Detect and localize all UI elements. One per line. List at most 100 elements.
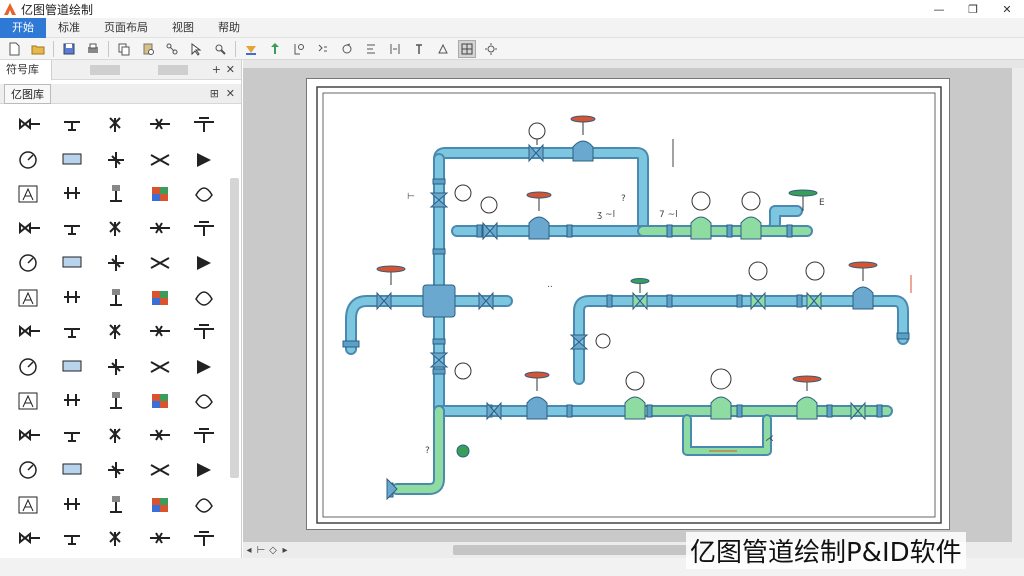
line-icon[interactable] [211,40,229,58]
print-icon[interactable] [84,40,102,58]
ball-valve-icon[interactable] [182,108,226,143]
round-indicator-icon[interactable] [138,488,182,523]
strainer-icon[interactable] [50,281,94,316]
nozzle-icon[interactable] [50,315,94,350]
settings-icon[interactable] [482,40,500,58]
globe-valve-icon[interactable] [138,108,182,143]
copy-icon[interactable] [115,40,133,58]
steam-trap-icon[interactable] [6,453,50,488]
text-tool-icon[interactable] [410,40,428,58]
pointer-icon[interactable] [187,40,205,58]
angle-valve-icon[interactable] [94,108,138,143]
gauge-round-icon[interactable] [94,453,138,488]
open-icon[interactable] [29,40,47,58]
first-page-button[interactable]: ⊢ [255,545,267,556]
reducer-icon[interactable] [50,177,94,212]
temperature-gauge-icon[interactable] [138,177,182,212]
rotate-icon[interactable] [338,40,356,58]
menu-item-start[interactable]: 开始 [0,17,46,38]
zoom-icon[interactable] [314,40,332,58]
distribute-icon[interactable] [386,40,404,58]
grid-icon[interactable] [458,39,476,58]
lever-valve-icon[interactable] [50,419,94,454]
paste-icon[interactable] [139,40,157,58]
actuator-icon[interactable] [6,384,50,419]
horizontal-scrollbar[interactable] [453,545,713,555]
sight-glass-icon[interactable] [138,350,182,385]
u-trap-icon[interactable] [182,453,226,488]
tee-fitting-icon[interactable] [182,212,226,247]
dome-gauge-icon[interactable] [182,281,226,316]
add-panel-button[interactable]: + [212,63,221,76]
play-pump-icon[interactable] [6,350,50,385]
close-window-button[interactable]: ✕ [990,0,1024,18]
cross-small-icon[interactable] [6,522,50,557]
pressure-gauge-icon[interactable] [94,177,138,212]
cross-fitting-icon[interactable] [94,143,138,178]
shield-color-icon[interactable] [138,419,182,454]
arrange-icon[interactable] [266,40,284,58]
solenoid-valve-icon[interactable] [94,212,138,247]
control-valve-icon[interactable] [50,212,94,247]
panel-scrollbar[interactable] [230,178,239,478]
pump-icon[interactable] [6,281,50,316]
motor-valve-icon[interactable] [94,384,138,419]
dial-gauge-icon[interactable] [94,350,138,385]
align-icon[interactable] [362,40,380,58]
search-gauge-icon[interactable] [138,453,182,488]
relief-b-icon[interactable] [94,488,138,523]
flange-icon[interactable] [6,177,50,212]
line-long-icon[interactable] [182,522,226,557]
orifice-icon[interactable] [94,315,138,350]
union-icon[interactable] [138,315,182,350]
prev-page-button[interactable]: ◂ [243,545,255,556]
close-panel-button[interactable]: ✕ [226,63,235,76]
menu-item-view[interactable]: 视图 [160,18,206,38]
butterfly-v-icon[interactable] [182,350,226,385]
flag-marker-icon[interactable] [94,522,138,557]
3-way-valve-icon[interactable] [138,246,182,281]
wafer-valve-icon[interactable] [94,246,138,281]
tab-placeholder[interactable] [90,64,120,75]
filter-icon[interactable] [50,488,94,523]
cross-x-icon[interactable] [6,315,50,350]
menu-item-page-layout[interactable]: 页面布局 [92,18,160,38]
library-title[interactable]: 亿图库 [4,83,51,104]
close-library-button[interactable]: ✕ [226,87,235,100]
gauge-small-icon[interactable] [50,453,94,488]
flow-meter-icon[interactable] [182,177,226,212]
pipe-support-icon[interactable] [6,488,50,523]
check-valve-icon[interactable] [50,108,94,143]
menu-item-help[interactable]: 帮助 [206,18,252,38]
line-tick-icon[interactable] [138,522,182,557]
fill-icon[interactable] [242,40,260,58]
x-valve-icon[interactable] [6,246,50,281]
needle-valve-icon[interactable] [50,143,94,178]
sight-indicator-icon[interactable] [138,384,182,419]
vial-icon[interactable] [50,522,94,557]
float-valve-icon[interactable] [94,281,138,316]
relief-valve-icon[interactable] [6,212,50,247]
filter-element-icon[interactable] [138,212,182,247]
gauge-dial-icon[interactable] [138,281,182,316]
butterfly-valve-icon[interactable] [6,143,50,178]
drawing-page[interactable]: ? ʒ ~l 7 ~l ? ⋌ .. E ⊢ [306,78,950,530]
color-block-icon[interactable] [182,384,226,419]
minimize-button[interactable]: — [922,0,956,18]
plug-valve-icon[interactable] [138,143,182,178]
gate-valve-icon[interactable] [6,108,50,143]
vertical-scrollbar[interactable] [1012,68,1024,542]
shape-tool-icon[interactable] [434,40,452,58]
tab-symbol-library[interactable]: 符号库 [0,59,52,80]
next-page-button[interactable]: ▸ [279,545,291,556]
color-grid-icon[interactable] [182,419,226,454]
diaphragm-valve-icon[interactable] [182,143,226,178]
line-end-icon[interactable] [182,488,226,523]
diaphragm-actuator-icon[interactable] [50,384,94,419]
nozzle-spray-icon[interactable] [94,419,138,454]
maximize-button[interactable]: ❐ [956,0,990,18]
connector-icon[interactable] [163,40,181,58]
save-icon[interactable] [60,40,78,58]
swing-check-icon[interactable] [50,246,94,281]
new-icon[interactable] [5,40,23,58]
